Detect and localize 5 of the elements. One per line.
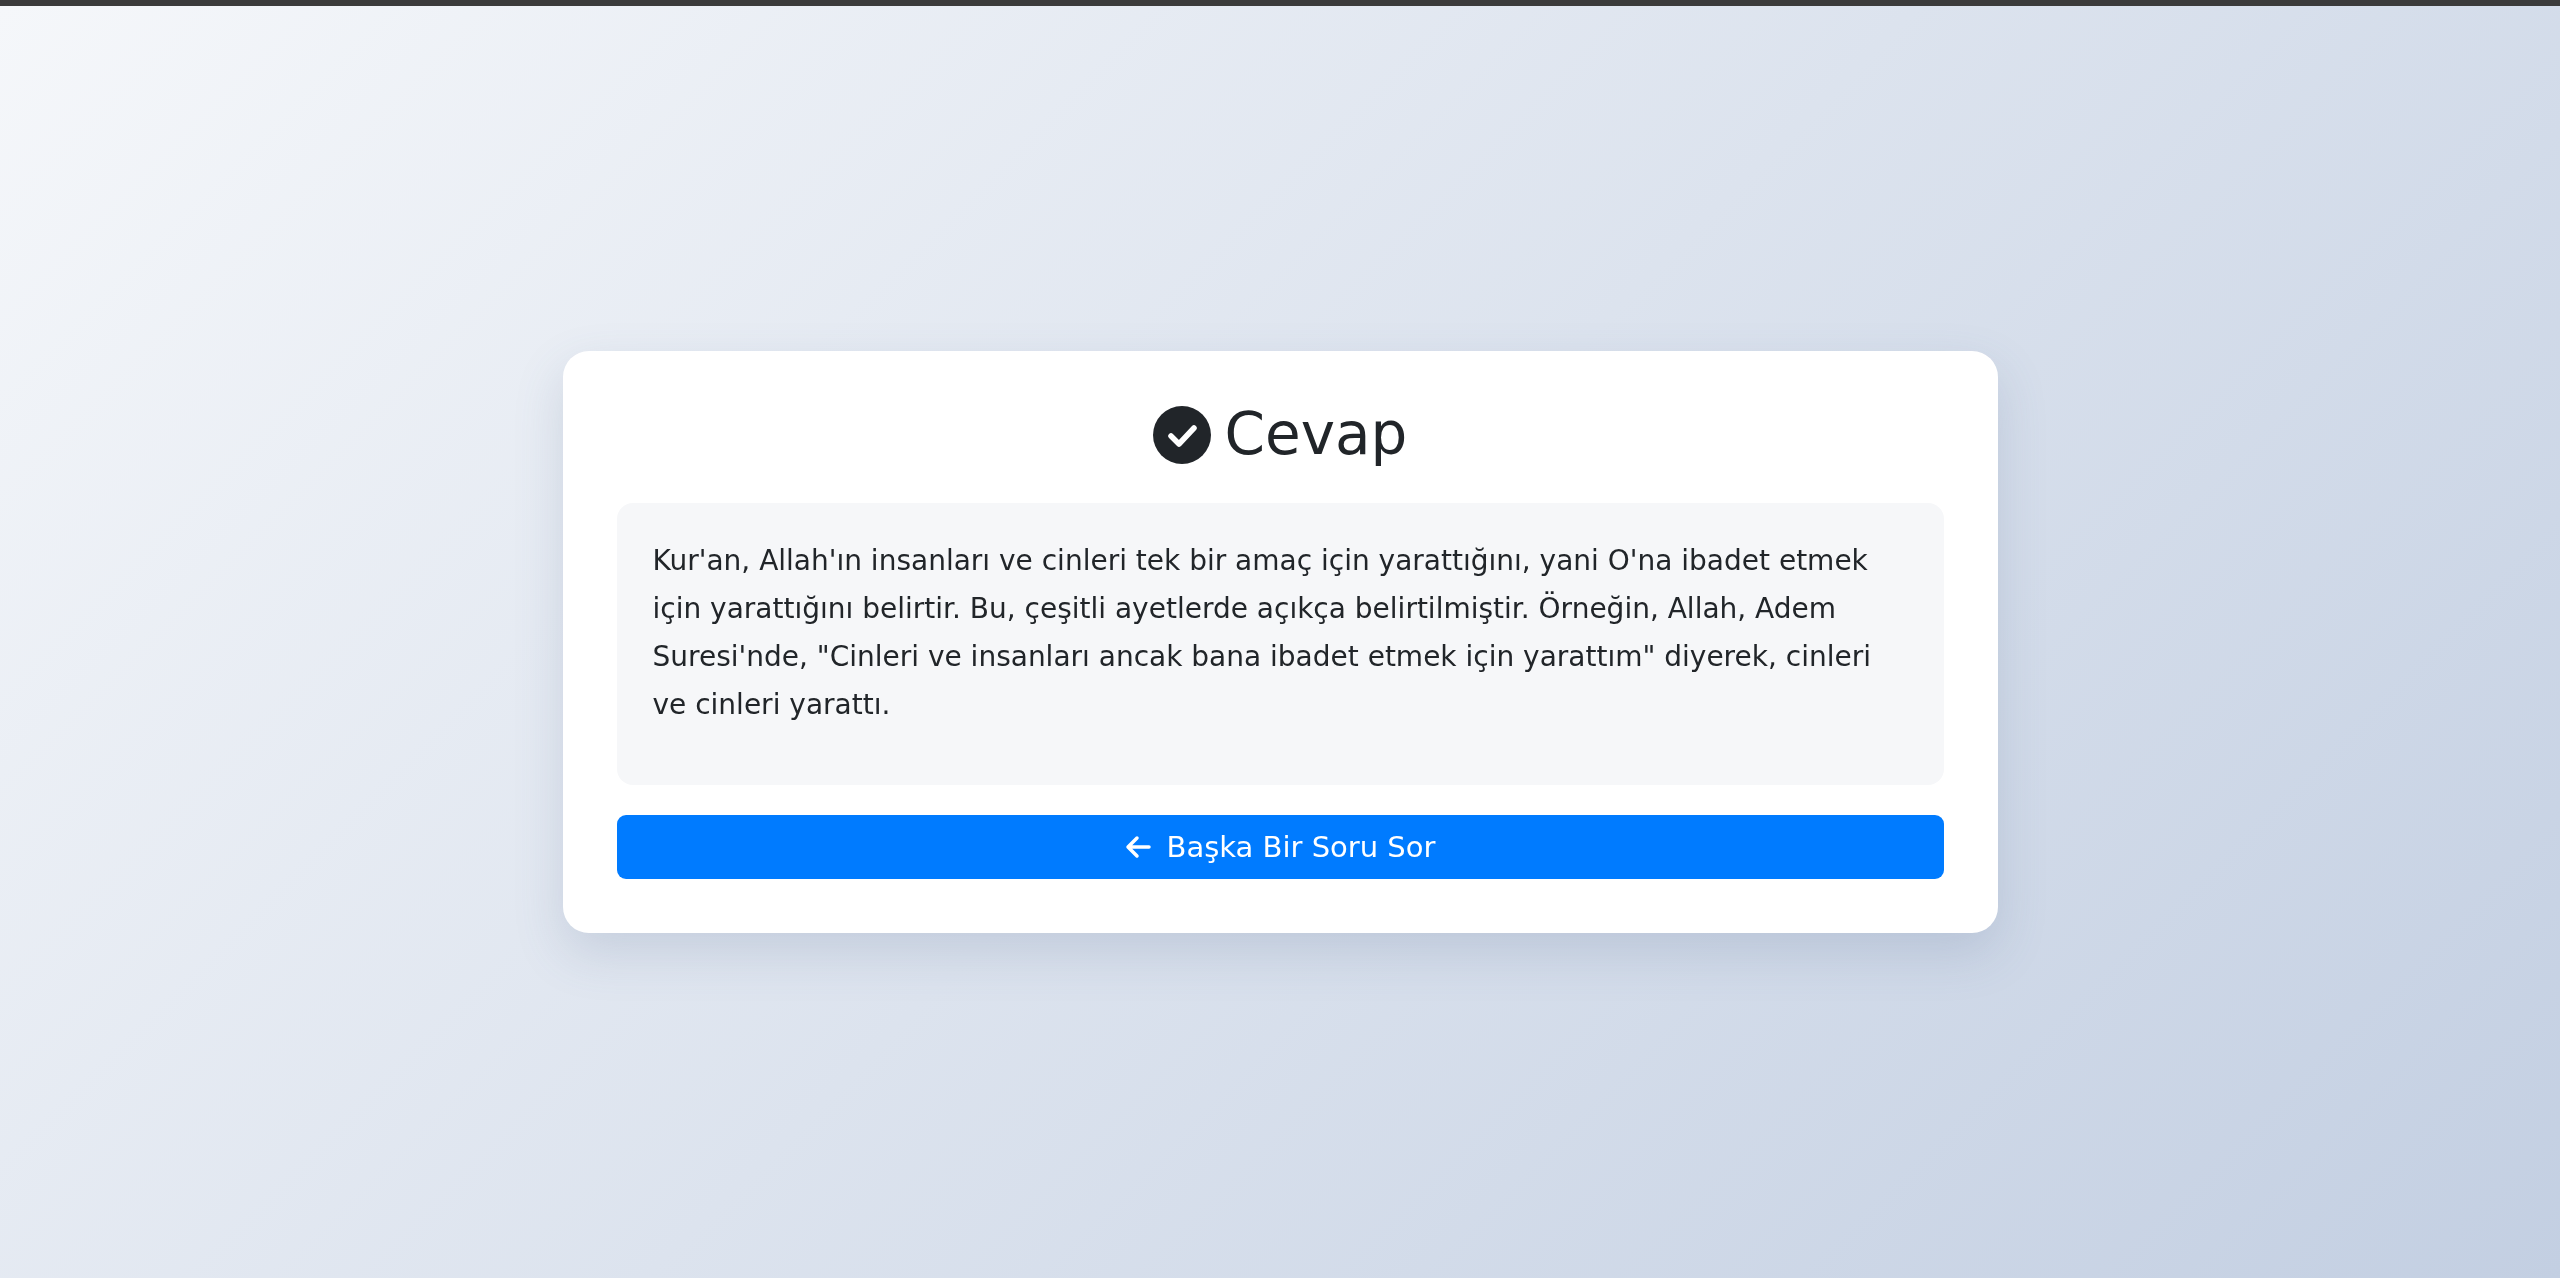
ask-another-button[interactable]: Başka Bir Soru Sor xyxy=(616,814,1944,879)
card-title: Cevap xyxy=(1224,403,1408,467)
check-circle-icon xyxy=(1152,406,1211,464)
answer-text: Kur'an, Allah'ın insanları ve cinleri tek bir amaç için yarattığını, yani O'na ibadet etmek için yarattığını belirtir. Bu, çeşitli ayetlerde açıkça belirtilmiştir. Örneğin, Allah, Adem Suresi'nde, "Cinleri ve insanları ancak bana ibadet etmek için yarattım" diyerek, cinleri ve cinleri yarattı. xyxy=(616,502,1944,785)
arrow-left-icon xyxy=(1124,833,1151,860)
